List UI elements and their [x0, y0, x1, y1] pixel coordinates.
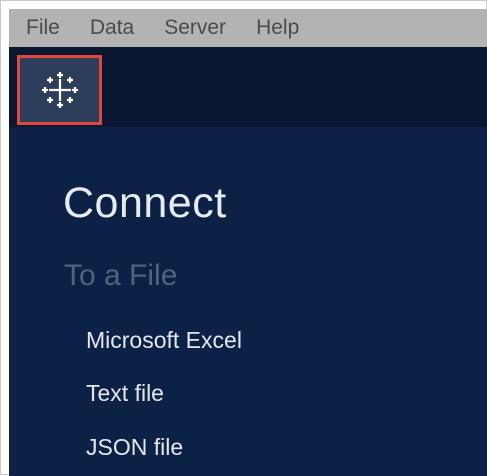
menu-file[interactable]: File — [26, 16, 60, 40]
connect-panel: Connect To a File Microsoft Excel Text f… — [9, 127, 487, 476]
menu-server[interactable]: Server — [164, 16, 226, 40]
toolbar — [9, 47, 487, 127]
connect-title: Connect — [63, 179, 227, 227]
home-logo-button[interactable] — [17, 55, 102, 125]
app-window: File Data Server Help Connect To a File … — [0, 0, 487, 476]
connector-text-file[interactable]: Text file — [86, 380, 164, 407]
connector-json-file[interactable]: JSON file — [86, 434, 183, 461]
section-title-to-a-file: To a File — [64, 259, 178, 292]
menu-help[interactable]: Help — [256, 16, 299, 40]
connector-microsoft-excel[interactable]: Microsoft Excel — [86, 327, 242, 354]
menu-bar: File Data Server Help — [9, 9, 487, 47]
tableau-logo-icon — [41, 72, 78, 108]
menu-data[interactable]: Data — [90, 16, 134, 40]
